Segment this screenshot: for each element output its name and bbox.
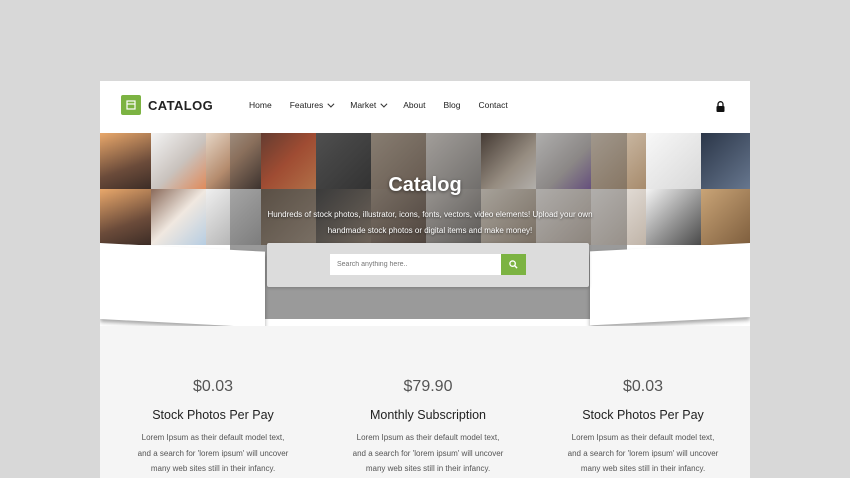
plan-desc-line: and a search for 'lorem ipsum' will unco… [352, 448, 504, 458]
pricing-plan: $0.03 Stock Photos Per Pay Lorem Ipsum a… [105, 326, 321, 477]
plan-desc-line: and a search for 'lorem ipsum' will unco… [137, 448, 289, 458]
lock-icon[interactable] [716, 101, 725, 112]
plan-desc-line: and a search for 'lorem ipsum' will unco… [567, 448, 719, 458]
plan-desc-line: Lorem Ipsum as their default model text, [141, 433, 285, 442]
plan-name: Stock Photos Per Pay [152, 408, 274, 422]
logo-icon [121, 95, 141, 115]
plan-desc-line: many web sites still in their infancy. [150, 464, 276, 473]
nav-item-home[interactable]: Home [249, 100, 272, 110]
nav-label: Blog [443, 100, 461, 110]
nav-label: Features [289, 100, 324, 110]
nav-item-market[interactable]: Market [350, 100, 388, 110]
plan-description: Lorem Ipsum as their default model text,… [105, 430, 321, 477]
paper-panel-right [590, 243, 750, 326]
nav-item-blog[interactable]: Blog [443, 100, 460, 110]
photo-tile [646, 189, 701, 245]
chevron-down-icon [327, 100, 335, 108]
nav-label: Contact [478, 100, 508, 110]
site-header: CATALOG Home Features Market About Blog … [100, 81, 750, 133]
nav-item-features[interactable]: Features [289, 100, 335, 110]
hero-title: Catalog [388, 174, 462, 196]
nav-label: About [403, 100, 426, 110]
search-input[interactable] [330, 254, 501, 275]
logo[interactable]: CATALOG [121, 95, 213, 115]
nav-item-contact[interactable]: Contact [478, 100, 507, 110]
website-mockup: CATALOG Home Features Market About Blog … [100, 81, 750, 478]
photo-tile [701, 189, 750, 245]
nav-label: Market [350, 100, 377, 110]
plan-desc-line: Lorem Ipsum as their default model text, [571, 433, 715, 442]
logo-text: CATALOG [148, 97, 214, 113]
nav-item-about[interactable]: About [403, 100, 425, 110]
plan-desc-line: many web sites still in their infancy. [365, 464, 491, 473]
photo-tile [100, 189, 155, 245]
plan-name: Stock Photos Per Pay [582, 408, 704, 422]
plan-description: Lorem Ipsum as their default model text,… [535, 430, 750, 477]
pricing-plan: $79.90 Monthly Subscription Lorem Ipsum … [320, 326, 536, 477]
hero-subtitle: Hundreds of stock photos, illustrator, i… [267, 210, 593, 235]
pricing-plan: $0.03 Stock Photos Per Pay Lorem Ipsum a… [535, 326, 750, 477]
chevron-down-icon [380, 100, 388, 108]
hero-banner: Catalog Hundreds of stock photos, illust… [100, 133, 750, 245]
plan-description: Lorem Ipsum as their default model text,… [320, 430, 536, 477]
nav-label: Home [249, 100, 272, 110]
paper-panel-left [100, 243, 265, 328]
main-nav: Home Features Market About Blog Contact [249, 100, 526, 110]
pricing-section: $0.03 Stock Photos Per Pay Lorem Ipsum a… [100, 326, 750, 478]
plan-desc-line: many web sites still in their infancy. [580, 464, 706, 473]
plan-price: $79.90 [403, 378, 453, 395]
plan-price: $0.03 [622, 378, 664, 395]
plan-price: $0.03 [192, 378, 234, 395]
search-icon [509, 260, 518, 269]
photo-tile [151, 189, 206, 245]
plan-desc-line: Lorem Ipsum as their default model text, [356, 433, 500, 442]
plan-name: Monthly Subscription [369, 408, 487, 422]
search-button[interactable] [501, 254, 526, 275]
